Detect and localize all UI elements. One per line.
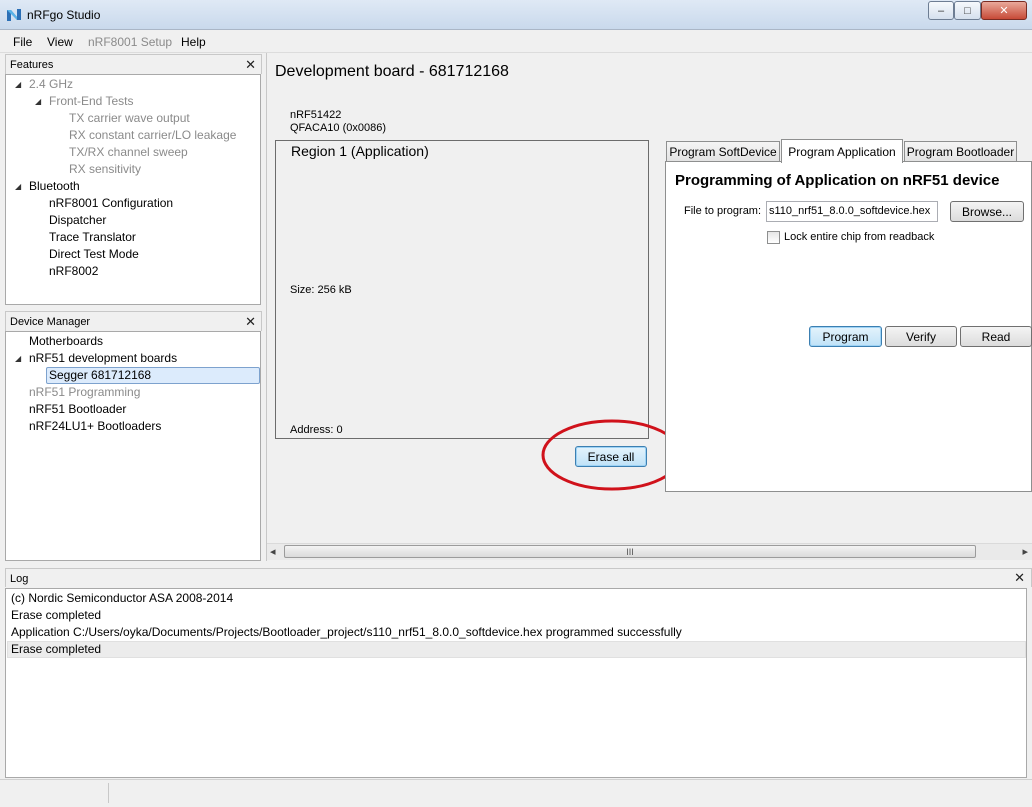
expand-arrow-icon[interactable]: ◢ — [15, 354, 21, 363]
tab-panel: Programming of Application on nRF51 devi… — [665, 161, 1032, 492]
file-input[interactable]: s110_nrf51_8.0.0_softdevice.hex — [766, 201, 938, 222]
feature-item[interactable]: RX sensitivity — [69, 162, 141, 176]
device-manager-close-icon[interactable]: ✕ — [245, 314, 256, 330]
maximize-icon: □ — [964, 4, 971, 17]
page-title: Development board - 681712168 — [275, 63, 509, 80]
log-line: Erase completed — [11, 642, 102, 656]
title-bar: nRFgo Studio – □ ✕ — [0, 0, 1032, 30]
features-close-icon[interactable]: ✕ — [245, 57, 256, 73]
programming-heading: Programming of Application on nRF51 devi… — [675, 172, 1000, 189]
device-item-selected[interactable]: Segger 681712168 — [49, 368, 151, 382]
feature-item[interactable]: RX constant carrier/LO leakage — [69, 128, 236, 142]
menu-bar: File View nRF8001 Setup Help — [0, 31, 1032, 53]
feature-item[interactable]: 2.4 GHz — [29, 77, 73, 91]
scrollbar-thumb[interactable]: III — [284, 545, 976, 558]
region-title: Region 1 (Application) — [291, 143, 429, 159]
feature-item[interactable]: Dispatcher — [49, 213, 106, 227]
status-bar — [0, 779, 1032, 807]
window-title: nRFgo Studio — [27, 8, 101, 22]
tab-program-application[interactable]: Program Application — [781, 139, 903, 163]
feature-item[interactable]: Direct Test Mode — [49, 247, 139, 261]
nordic-logo-icon — [7, 9, 21, 21]
scrollbar-grip-icon: III — [626, 546, 634, 557]
log-output: (c) Nordic Semiconductor ASA 2008-2014 E… — [5, 588, 1027, 778]
chip-variant: QFACA10 (0x0086) — [290, 122, 386, 134]
device-manager-title: Device Manager — [10, 316, 91, 328]
memory-region-box[interactable]: Region 1 (Application) Size: 256 kB Addr… — [275, 140, 649, 439]
log-line: (c) Nordic Semiconductor ASA 2008-2014 — [11, 591, 234, 605]
feature-item[interactable]: nRF8002 — [49, 264, 98, 278]
close-icon: ✕ — [999, 5, 1009, 17]
device-item[interactable]: nRF51 Programming — [29, 385, 140, 399]
region-size: Size: 256 kB — [290, 284, 352, 296]
status-divider — [108, 783, 109, 803]
feature-item[interactable]: Bluetooth — [29, 179, 80, 193]
tab-program-softdevice[interactable]: Program SoftDevice — [666, 141, 780, 162]
feature-item[interactable]: nRF8001 Configuration — [49, 196, 173, 210]
lock-checkbox[interactable] — [767, 231, 780, 244]
menu-file[interactable]: File — [13, 35, 32, 49]
log-close-icon[interactable]: ✕ — [1014, 570, 1025, 586]
scroll-right-icon[interactable]: ▸ — [1022, 545, 1028, 558]
log-panel-title: Log — [10, 573, 29, 585]
chip-name: nRF51422 — [290, 109, 342, 121]
program-button[interactable]: Program — [809, 326, 882, 347]
menu-nrf8001-setup[interactable]: nRF8001 Setup — [88, 35, 172, 49]
features-panel-title: Features — [10, 59, 54, 71]
minimize-icon: – — [937, 4, 945, 17]
features-panel-header: Features ✕ — [5, 54, 262, 74]
log-line: Application C:/Users/oyka/Documents/Proj… — [11, 625, 682, 639]
lock-label: Lock entire chip from readback — [784, 231, 935, 243]
device-item[interactable]: Motherboards — [29, 334, 103, 348]
close-window-button[interactable]: ✕ — [981, 1, 1027, 20]
menu-view[interactable]: View — [47, 35, 73, 49]
minimize-button[interactable]: – — [928, 1, 954, 20]
region-address: Address: 0 — [290, 424, 343, 436]
feature-item[interactable]: Front-End Tests — [49, 94, 133, 108]
device-manager-tree: Motherboards ◢ nRF51 development boards … — [5, 331, 261, 561]
device-item[interactable]: nRF51 development boards — [29, 351, 177, 365]
log-panel-header: Log ✕ — [5, 568, 1032, 587]
maximize-button[interactable]: □ — [954, 1, 981, 20]
device-item[interactable]: nRF24LU1+ Bootloaders — [29, 419, 161, 433]
file-label: File to program: — [684, 205, 762, 217]
tab-program-bootloader[interactable]: Program Bootloader — [904, 141, 1017, 162]
device-manager-header: Device Manager ✕ — [5, 311, 262, 331]
feature-item[interactable]: TX/RX channel sweep — [69, 145, 188, 159]
features-tree: ◢ 2.4 GHz ◢ Front-End Tests TX carrier w… — [5, 74, 261, 305]
log-line-highlight — [7, 641, 1026, 658]
expand-arrow-icon[interactable]: ◢ — [15, 80, 21, 89]
expand-arrow-icon[interactable]: ◢ — [15, 182, 21, 191]
menu-help[interactable]: Help — [181, 35, 206, 49]
expand-arrow-icon[interactable]: ◢ — [35, 97, 41, 106]
browse-button[interactable]: Browse... — [950, 201, 1024, 222]
feature-item[interactable]: Trace Translator — [49, 230, 136, 244]
verify-button[interactable]: Verify — [885, 326, 957, 347]
feature-item[interactable]: TX carrier wave output — [69, 111, 190, 125]
log-line: Erase completed — [11, 608, 102, 622]
device-item[interactable]: nRF51 Bootloader — [29, 402, 126, 416]
scroll-left-icon[interactable]: ◂ — [270, 545, 276, 558]
read-button[interactable]: Read — [960, 326, 1032, 347]
